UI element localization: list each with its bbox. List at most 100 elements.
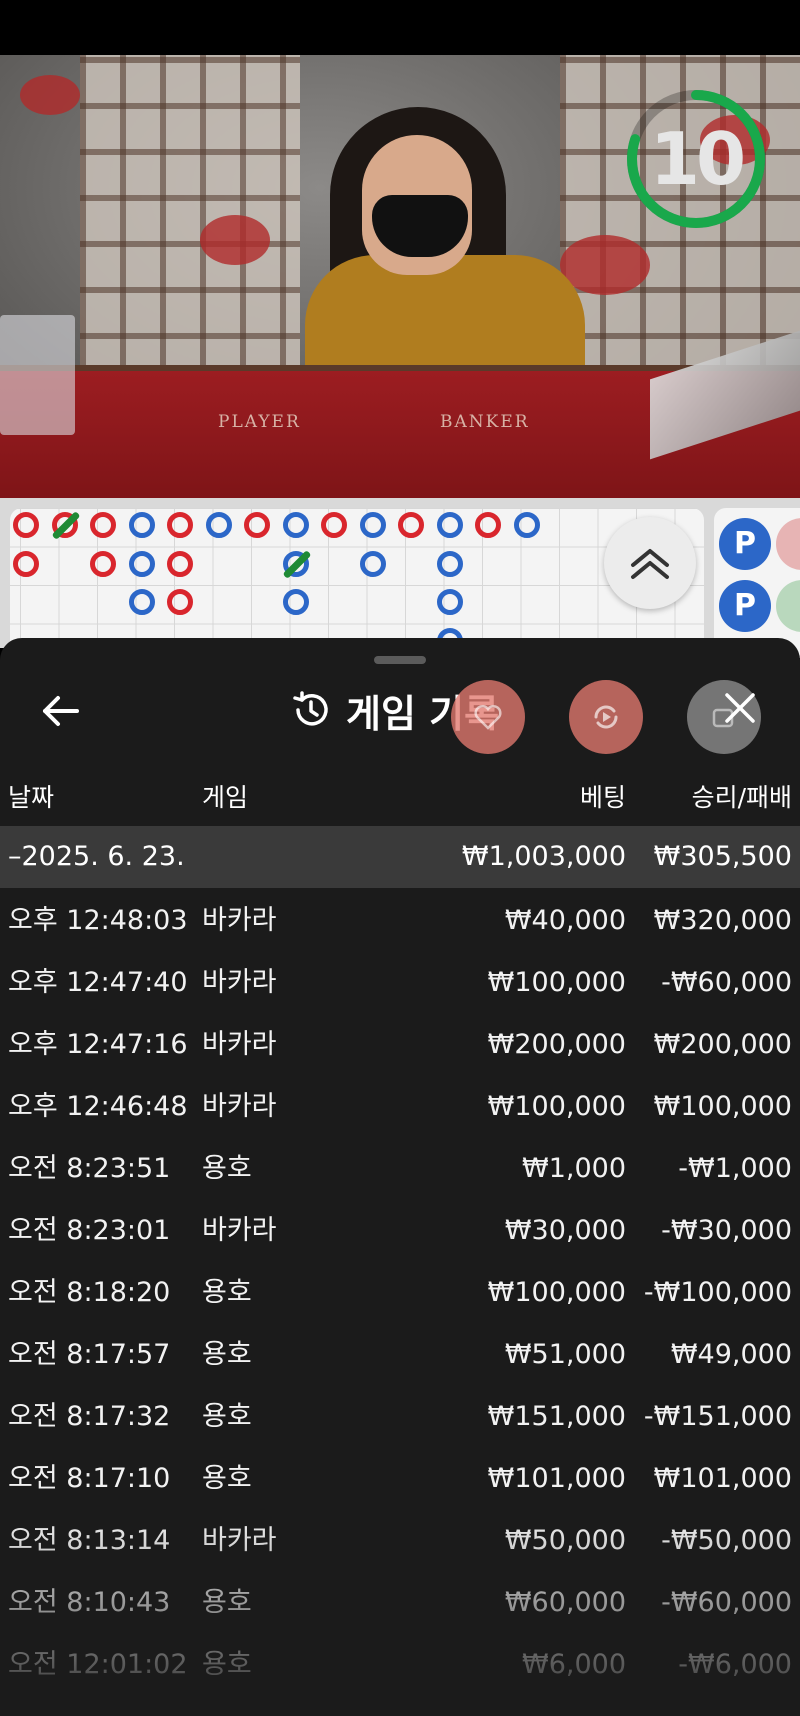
card-tray	[0, 315, 75, 435]
table-label-player: PLAYER	[218, 412, 301, 432]
row-win-loss: ₩100,000	[653, 1091, 792, 1122]
dealer-mask	[372, 195, 468, 257]
row-time: 오전 8:17:10	[8, 1463, 171, 1494]
player-bead	[128, 589, 155, 615]
row-game: 바카라	[202, 1029, 277, 1060]
player-bead	[282, 589, 309, 615]
decorative-screen-left	[80, 55, 300, 385]
row-bet: ₩51,000	[504, 1339, 626, 1370]
back-arrow-icon	[43, 696, 79, 726]
history-row[interactable]: 오전 8:17:57 용호 ₩51,000 ₩49,000	[0, 1324, 800, 1386]
banker-bead	[398, 512, 424, 538]
row-bet: ₩100,000	[487, 967, 626, 998]
row-time: 오전 12:01:02	[8, 1649, 188, 1680]
favorite-button[interactable]	[451, 680, 525, 754]
row-bet: ₩151,000	[487, 1401, 626, 1432]
close-button[interactable]	[714, 682, 766, 734]
row-game: 바카라	[202, 1215, 277, 1246]
row-game: 용호	[202, 1587, 252, 1618]
row-game: 바카라	[202, 1525, 277, 1556]
refresh-button[interactable]	[569, 680, 643, 754]
row-time: 오전 8:23:51	[8, 1153, 171, 1184]
player-bead	[282, 512, 309, 538]
row-bet: ₩1,000	[522, 1153, 626, 1184]
history-row[interactable]: 오후 12:46:48 바카라 ₩100,000 ₩100,000	[0, 1076, 800, 1138]
history-row[interactable]: 오전 8:23:01 바카라 ₩30,000 -₩30,000	[0, 1200, 800, 1262]
date-group-row[interactable]: –2025. 6. 23. ₩1,003,000 ₩305,500	[0, 826, 800, 888]
row-game: 용호	[202, 1401, 252, 1432]
side-road-panel[interactable]: P P	[714, 508, 800, 658]
row-time: 오후 12:48:03	[8, 905, 188, 936]
history-list: 오후 12:48:03 바카라 ₩40,000 ₩320,000 오후 12:4…	[0, 890, 800, 1696]
expand-roadmap-button[interactable]	[604, 517, 696, 609]
row-bet: ₩60,000	[504, 1587, 626, 1618]
blossom-decoration	[20, 75, 80, 115]
sheet-drag-handle[interactable]	[374, 656, 426, 664]
close-icon	[725, 693, 755, 723]
favorite-icon	[474, 704, 502, 730]
row-bet: ₩200,000	[487, 1029, 626, 1060]
player-bead	[359, 550, 386, 577]
row-game: 용호	[202, 1277, 252, 1308]
player-bead	[513, 512, 540, 538]
chevron-up-double-icon	[631, 549, 669, 579]
history-row[interactable]: 오전 8:17:10 용호 ₩101,000 ₩101,000	[0, 1448, 800, 1510]
row-time: 오전 8:10:43	[8, 1587, 171, 1618]
row-win-loss: ₩49,000	[670, 1339, 792, 1370]
row-game: 용호	[202, 1463, 252, 1494]
row-win-loss: -₩100,000	[643, 1277, 792, 1308]
row-time: 오전 8:17:32	[8, 1401, 171, 1432]
row-time: 오전 8:23:01	[8, 1215, 171, 1246]
history-row[interactable]: 오전 8:18:20 용호 ₩100,000 -₩100,000	[0, 1262, 800, 1324]
banker-chip	[776, 518, 800, 570]
history-row[interactable]: 오후 12:48:03 바카라 ₩40,000 ₩320,000	[0, 890, 800, 952]
date-group-total-win-loss: ₩305,500	[653, 841, 792, 872]
player-bead	[436, 589, 463, 615]
row-bet: ₩101,000	[487, 1463, 626, 1494]
history-clock-icon	[293, 691, 328, 726]
blossom-decoration	[200, 215, 270, 265]
date-group-label: –2025. 6. 23.	[8, 841, 185, 872]
player-chip: P	[719, 518, 771, 570]
status-bar	[0, 0, 800, 55]
history-row[interactable]: 오전 8:10:43 용호 ₩60,000 -₩60,000	[0, 1572, 800, 1634]
bead-road[interactable]	[10, 508, 704, 658]
row-game: 용호	[202, 1649, 252, 1680]
row-time: 오전 8:17:57	[8, 1339, 171, 1370]
player-bead	[436, 550, 463, 577]
refresh-icon	[594, 705, 618, 729]
row-win-loss: ₩200,000	[653, 1029, 792, 1060]
row-win-loss: -₩1,000	[678, 1153, 792, 1184]
player-chip: P	[719, 580, 771, 632]
banker-bead	[90, 550, 116, 577]
row-win-loss: -₩30,000	[661, 1215, 792, 1246]
player-bead	[205, 512, 232, 538]
date-group-total-bet: ₩1,003,000	[461, 841, 626, 872]
history-row[interactable]: 오전 8:17:32 용호 ₩151,000 -₩151,000	[0, 1386, 800, 1448]
history-row[interactable]: 오전 12:01:02 용호 ₩6,000 -₩6,000	[0, 1634, 800, 1696]
back-button[interactable]	[38, 688, 84, 734]
column-header-game: 게임	[202, 783, 249, 812]
history-row[interactable]: 오후 12:47:40 바카라 ₩100,000 -₩60,000	[0, 952, 800, 1014]
column-header-bet: 베팅	[579, 783, 626, 812]
row-game: 바카라	[202, 905, 277, 936]
row-bet: ₩100,000	[487, 1091, 626, 1122]
row-bet: ₩30,000	[504, 1215, 626, 1246]
banker-bead	[167, 512, 193, 538]
history-row[interactable]: 오후 12:47:16 바카라 ₩200,000 ₩200,000	[0, 1014, 800, 1076]
row-time: 오후 12:47:40	[8, 967, 188, 998]
row-bet: ₩100,000	[487, 1277, 626, 1308]
player-bead	[436, 512, 463, 538]
row-win-loss: -₩60,000	[661, 1587, 792, 1618]
row-time: 오전 8:13:14	[8, 1525, 171, 1556]
column-header-date: 날짜	[8, 783, 55, 812]
banker-bead	[475, 512, 501, 538]
game-history-sheet: 게임 기록 날짜 게임 베팅 승리/패배 –2025. 6. 23. ₩1,00…	[0, 638, 800, 1716]
player-bead	[128, 512, 155, 538]
row-win-loss: -₩60,000	[661, 967, 792, 998]
row-game: 용호	[202, 1339, 252, 1370]
history-row[interactable]: 오전 8:23:51 용호 ₩1,000 -₩1,000	[0, 1138, 800, 1200]
tie-chip	[776, 580, 800, 632]
history-row[interactable]: 오전 8:13:14 바카라 ₩50,000 -₩50,000	[0, 1510, 800, 1572]
banker-bead	[13, 512, 39, 538]
